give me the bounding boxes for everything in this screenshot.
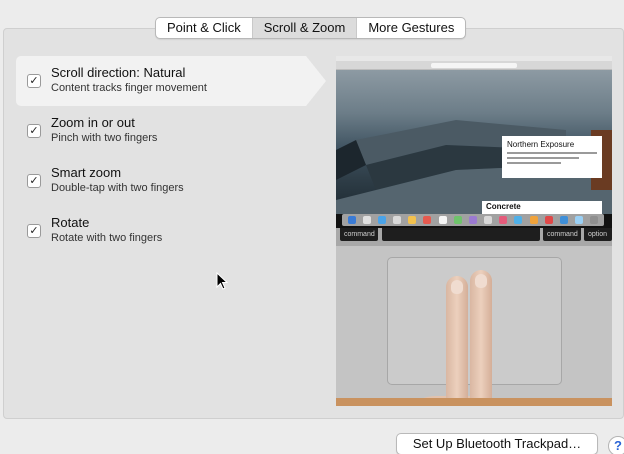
article-title: Northern Exposure [507, 140, 575, 149]
option-smart-zoom[interactable]: ✓ Smart zoom Double-tap with two fingers [16, 156, 326, 206]
zoom-checkbox[interactable]: ✓ [27, 124, 41, 138]
option-scroll-direction[interactable]: ✓ Scroll direction: Natural Content trac… [16, 56, 326, 106]
option-title: Scroll direction: Natural [51, 65, 186, 80]
gesture-preview-video: Northern Exposure Concrete command comma… [336, 56, 612, 406]
preview-finger-middle [470, 270, 492, 406]
key-command-right: command [543, 228, 581, 241]
option-description: Rotate with two fingers [51, 232, 163, 244]
option-description: Pinch with two fingers [51, 132, 158, 144]
preview-screen: Northern Exposure Concrete [336, 56, 612, 228]
tab-point-and-click[interactable]: Point & Click [156, 18, 253, 38]
preview-browser-toolbar [336, 61, 612, 70]
tab-scroll-and-zoom[interactable]: Scroll & Zoom [252, 18, 358, 38]
tab-more-gestures[interactable]: More Gestures [357, 18, 465, 38]
rotate-checkbox[interactable]: ✓ [27, 224, 41, 238]
smart-zoom-checkbox[interactable]: ✓ [27, 174, 41, 188]
segmented-tabs: Point & Click Scroll & Zoom More Gesture… [155, 17, 467, 39]
option-description: Content tracks finger movement [51, 82, 207, 94]
key-option-right: option [584, 228, 612, 241]
preview-keyboard: command command option [336, 228, 612, 246]
preview-palm-rest [336, 246, 612, 406]
option-description: Double-tap with two fingers [51, 182, 184, 194]
preview-article-card-secondary: Concrete [482, 201, 602, 214]
preview-finger-index [446, 276, 468, 406]
preview-article-card: Northern Exposure [502, 136, 602, 178]
option-title: Rotate [51, 215, 90, 230]
preview-desk-edge [336, 398, 612, 406]
question-mark-icon[interactable]: ? [608, 436, 624, 454]
preview-url-field [431, 63, 517, 68]
key-space [382, 228, 540, 241]
mouse-pointer-icon [216, 272, 228, 290]
article-secondary-title: Concrete [486, 202, 521, 211]
preview-dock [342, 214, 604, 226]
set-up-bluetooth-trackpad-button[interactable]: Set Up Bluetooth Trackpad… [396, 433, 598, 454]
option-rotate[interactable]: ✓ Rotate Rotate with two fingers [16, 206, 326, 256]
option-title: Zoom in or out [51, 115, 135, 130]
scroll-direction-checkbox[interactable]: ✓ [27, 74, 41, 88]
option-zoom-in-or-out[interactable]: ✓ Zoom in or out Pinch with two fingers [16, 106, 326, 156]
key-command-left: command [340, 228, 378, 241]
option-title: Smart zoom [51, 165, 122, 180]
